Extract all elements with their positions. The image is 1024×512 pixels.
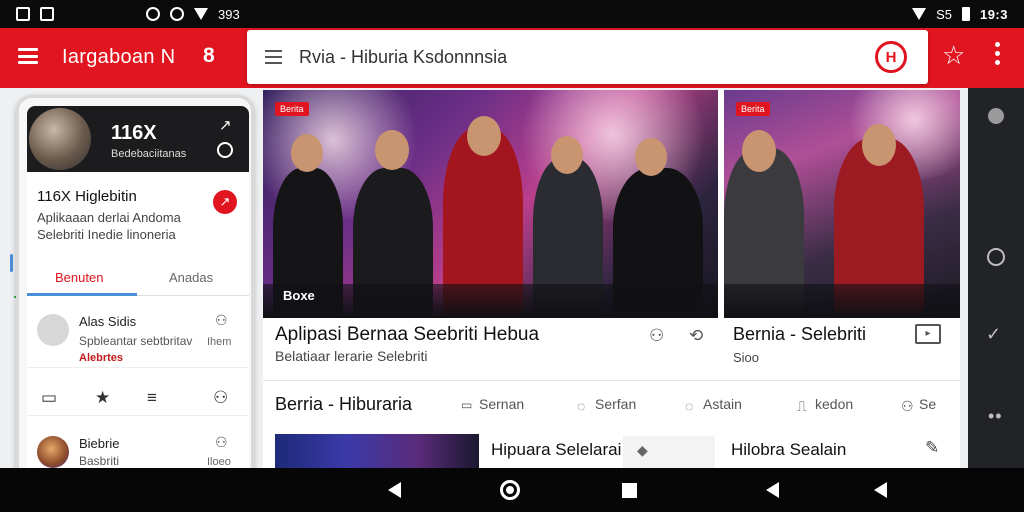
status-left-text: 393 xyxy=(218,6,240,22)
item-subtitle: Basbriti xyxy=(79,454,120,468)
edit-icon[interactable]: ✎ xyxy=(925,438,939,458)
star-icon[interactable]: ☆ xyxy=(942,40,965,70)
profile-subtitle: Bedebaciitanas xyxy=(111,148,187,160)
app-description-line2: Selebriti Inedie linoneria xyxy=(37,227,176,242)
tab-icon[interactable]: ◌ xyxy=(577,398,585,414)
app-description-line1: Aplikaaan derlai Andoma xyxy=(37,210,181,225)
concert-image-1[interactable]: Berita Boxe xyxy=(263,90,718,318)
more-vert-icon[interactable] xyxy=(990,42,1004,68)
user-icon[interactable]: ⚇ xyxy=(215,434,228,451)
tab-anadas[interactable]: Anadas xyxy=(169,270,213,285)
item-name: Biebrie xyxy=(79,436,120,451)
side-nav-rail: ✓ •• xyxy=(968,88,1024,468)
image-caption: Boxe xyxy=(283,288,315,303)
item-tag: Alebrtes xyxy=(79,352,124,364)
share-icon[interactable]: ⟲ xyxy=(689,326,703,346)
search-menu-icon[interactable] xyxy=(265,50,282,64)
wifi-icon xyxy=(912,8,927,20)
crowd-silhouette xyxy=(263,284,718,318)
signal-icon xyxy=(194,8,208,20)
brand-logo-icon[interactable]: H xyxy=(875,41,907,73)
app-name: 116X Higlebitin xyxy=(37,188,137,205)
tab-icon[interactable]: ⎍ xyxy=(797,398,807,415)
crowd-silhouette xyxy=(724,284,960,318)
system-nav-bar xyxy=(0,468,1024,512)
app-bar: Iargaboan N 8 Rvia - Hiburia Ksdonnnsia … xyxy=(0,28,1024,88)
list-title[interactable]: Hilobra Sealain xyxy=(731,440,846,460)
cast-icon[interactable]: ▸ xyxy=(915,324,941,344)
main-content: Berita Boxe Berita Aplipasi Bernaa Seebr… xyxy=(263,90,960,468)
divider xyxy=(263,380,960,381)
user-icon[interactable]: ⚇ xyxy=(213,388,228,408)
section-tab[interactable]: Serfan xyxy=(595,396,636,412)
tab-icon[interactable]: ▭ xyxy=(461,398,472,412)
item-meta: Iloeo xyxy=(207,456,231,468)
active-tab-indicator xyxy=(27,293,137,296)
list-thumbnail[interactable] xyxy=(275,434,479,468)
section-tab[interactable]: Astain xyxy=(703,396,742,412)
user-icon[interactable]: ⚇ xyxy=(215,312,228,329)
profile-count: 116X xyxy=(111,122,157,144)
battery-icon xyxy=(961,7,970,21)
section-tab[interactable]: kedon xyxy=(815,396,853,412)
rail-more-icon[interactable]: •• xyxy=(988,406,1003,427)
tab-icon[interactable]: ⚇ xyxy=(901,398,914,415)
list-item[interactable]: Alas Sidis Spbleantar sebtbritav Alebrte… xyxy=(27,302,249,368)
phone-header: 116X Bedebaciitanas ↗ xyxy=(27,106,249,172)
status-right-text: S5 xyxy=(936,6,952,22)
app-notification-icon xyxy=(40,7,54,21)
card-title[interactable]: Bernia - Selebriti xyxy=(733,324,866,345)
search-input[interactable]: Rvia - Hiburia Ksdonnnsia xyxy=(299,47,507,68)
card-subtitle: Sioo xyxy=(733,350,760,365)
hamburger-icon[interactable] xyxy=(18,48,38,64)
share-icon[interactable]: ↗ xyxy=(219,116,232,134)
notification-icon xyxy=(16,7,30,21)
status-bar: 393 S5 19:3 xyxy=(0,0,1024,28)
list-media-icon[interactable]: ◆ xyxy=(623,436,715,468)
card-subtitle: Belatiaar lerarie Selebriti xyxy=(275,348,428,364)
category-tag: Berita xyxy=(736,102,770,116)
item-meta: Ihem xyxy=(207,336,232,348)
back-icon[interactable] xyxy=(388,482,401,498)
avatar xyxy=(37,436,69,468)
section-tab[interactable]: Se xyxy=(919,396,936,412)
window-icon[interactable]: ▭ xyxy=(41,388,57,408)
alarm-icon xyxy=(146,7,160,21)
card-title[interactable]: Aplipasi Bernaa Seebriti Hebua xyxy=(275,324,539,346)
phone-preview-card[interactable]: 116X Bedebaciitanas ↗ 116X Higlebitin Ap… xyxy=(16,95,254,505)
search-bar[interactable]: Rvia - Hiburia Ksdonnnsia H xyxy=(247,30,928,84)
scroll-indicator xyxy=(10,254,13,272)
section-tab[interactable]: Sernan xyxy=(479,396,524,412)
back-icon[interactable] xyxy=(766,482,779,498)
section-title: Berria - Hiburaria xyxy=(275,394,413,414)
rail-dot-icon[interactable] xyxy=(988,108,1004,124)
action-row: ▭ ★ ≡ ⚇ xyxy=(27,378,249,416)
tab-icon[interactable]: ◌ xyxy=(685,398,693,414)
avatar xyxy=(37,314,69,346)
phone-tabs: Benuten Anadas xyxy=(27,260,249,296)
category-tag: Berita xyxy=(275,102,309,116)
recent-apps-icon[interactable] xyxy=(622,483,637,498)
list-title[interactable]: Hipuara Selelarai xyxy=(491,440,621,460)
concert-image-2[interactable]: Berita xyxy=(724,90,960,318)
rail-circle-icon[interactable] xyxy=(987,248,1005,266)
item-name: Alas Sidis xyxy=(79,314,137,329)
options-icon[interactable] xyxy=(217,142,233,158)
tab-benuten[interactable]: Benuten xyxy=(55,270,103,285)
item-subtitle: Spbleantar sebtbritav xyxy=(79,334,193,348)
status-time: 19:3 xyxy=(979,6,1008,22)
rail-check-icon[interactable]: ✓ xyxy=(986,324,1001,345)
phone-body: 116X Higlebitin Aplikaaan derlai Andoma … xyxy=(27,172,249,502)
home-icon[interactable] xyxy=(500,480,520,500)
sync-icon xyxy=(170,7,184,21)
user-icon[interactable]: ⚇ xyxy=(649,326,664,346)
app-title: Iargaboan N xyxy=(62,46,176,68)
star-filled-icon[interactable]: ★ xyxy=(95,388,110,408)
bars-icon[interactable]: ≡ xyxy=(147,388,157,408)
back-icon[interactable] xyxy=(874,482,887,498)
profile-avatar[interactable] xyxy=(29,108,91,170)
app-badge[interactable]: 8 xyxy=(203,44,215,68)
open-link-icon[interactable]: ↗ xyxy=(213,190,237,214)
